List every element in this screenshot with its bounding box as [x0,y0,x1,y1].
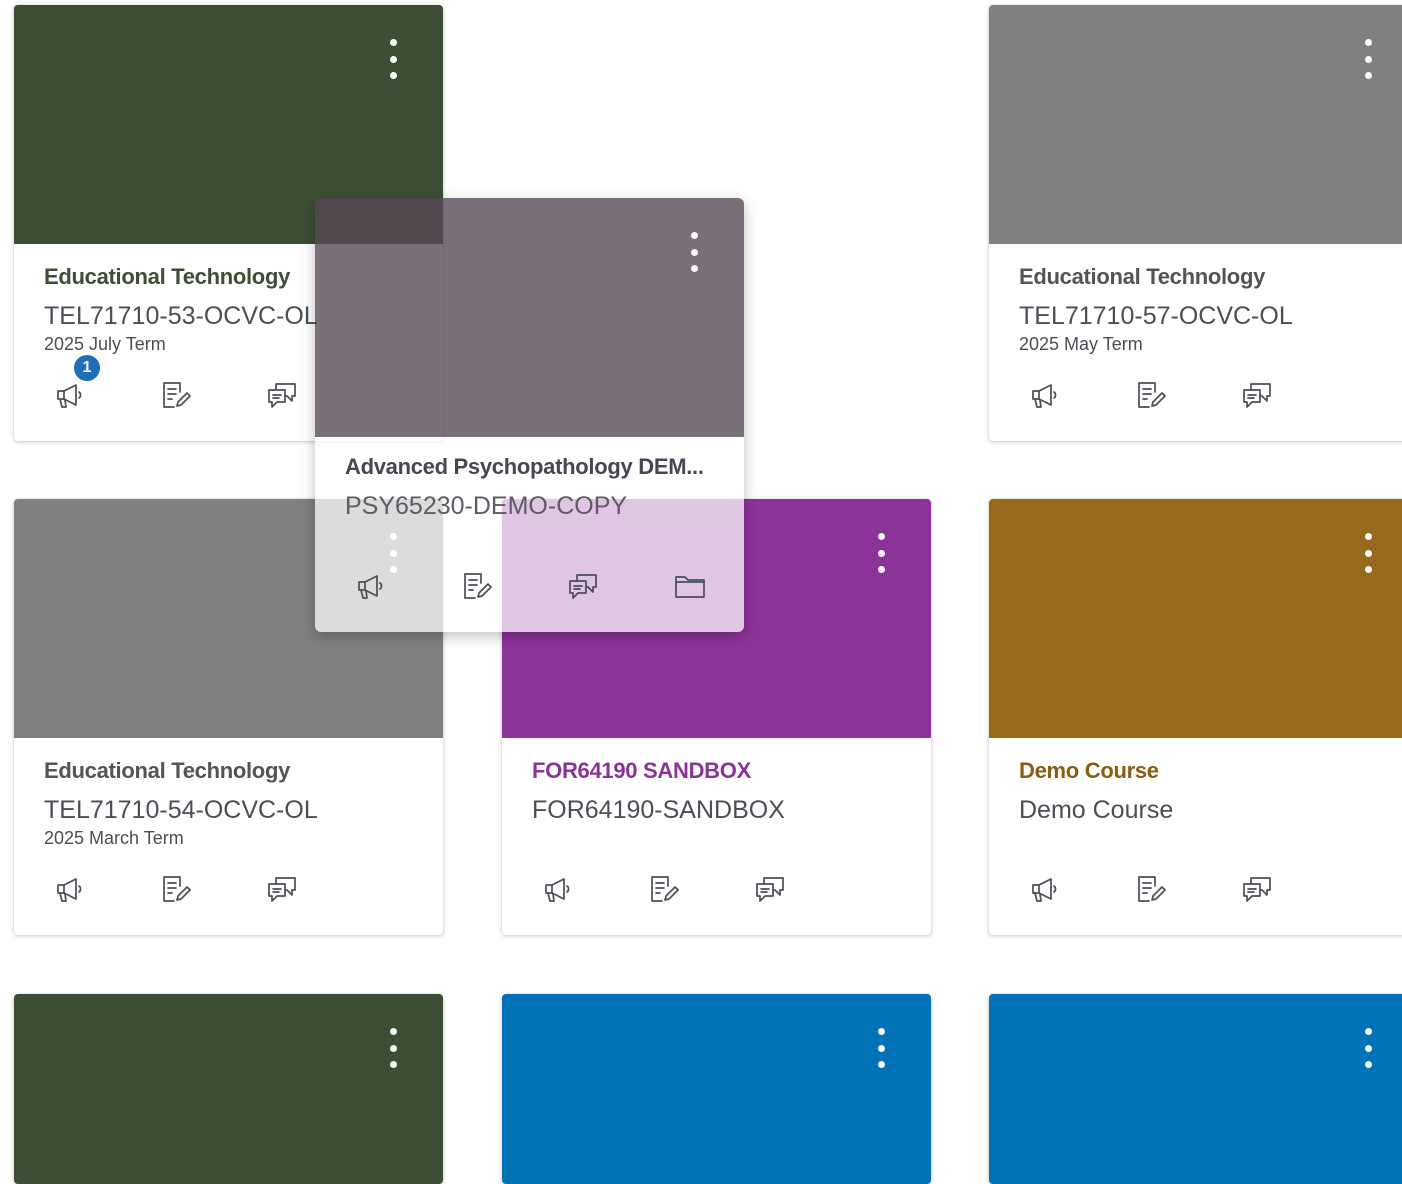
assignments-button[interactable] [1130,375,1170,415]
megaphone-icon [1032,384,1057,408]
card-options-icon[interactable] [1358,533,1378,573]
discussions-button[interactable] [262,869,302,909]
course-term: 2025 March Term [44,828,184,848]
course-card-header[interactable] [315,198,744,437]
course-card-demo-course[interactable]: Demo Course Demo Course [989,499,1402,935]
dragging-course-card-psy65230[interactable]: Advanced Psychopathology DEM... PSY65230… [315,198,744,632]
card-options-icon[interactable] [383,39,403,79]
assignment-edit-icon [1138,382,1166,408]
discussion-icon [1243,383,1271,408]
course-name[interactable]: Advanced Psychopathology DEM... [345,453,724,481]
course-code: TEL71710-54-OCVC-OL [44,796,318,824]
discussion-icon [1243,877,1271,902]
assignments-button[interactable] [155,375,195,415]
card-options-icon[interactable] [684,232,704,272]
assignments-button[interactable] [1130,869,1170,909]
course-card-header[interactable] [14,994,443,1184]
announcements-button[interactable] [50,869,90,909]
assignments-button[interactable] [643,869,683,909]
folder-icon [675,576,705,598]
discussions-button[interactable] [262,375,302,415]
course-code: FOR64190-SANDBOX [532,796,785,824]
megaphone-icon [358,575,383,599]
course-name[interactable]: FOR64190 SANDBOX [532,757,911,785]
discussion-icon [268,877,296,902]
discussion-icon [268,383,296,408]
card-options-icon[interactable] [1358,39,1378,79]
assignment-edit-icon [464,573,492,599]
course-card-header[interactable] [989,5,1402,244]
announcements-button[interactable] [1025,869,1065,909]
course-name[interactable]: Educational Technology [1019,263,1398,291]
files-button[interactable] [670,566,710,606]
discussions-button[interactable] [563,566,603,606]
megaphone-icon [545,878,570,902]
course-name[interactable]: Educational Technology [44,757,423,785]
course-term: 2025 May Term [1019,334,1143,354]
announcements-button[interactable] [351,566,391,606]
unread-badge: 1 [72,353,102,383]
assignment-edit-icon [1138,876,1166,902]
course-code: TEL71710-57-OCVC-OL [1019,302,1293,330]
course-card-header[interactable] [502,994,931,1184]
course-code: Demo Course [1019,796,1174,824]
announcements-button[interactable] [1025,375,1065,415]
assignments-button[interactable] [456,566,496,606]
card-options-icon[interactable] [1358,1028,1378,1068]
assignment-edit-icon [163,876,191,902]
card-options-icon[interactable] [383,1028,403,1068]
course-code: PSY65230-DEMO-COPY [345,492,628,520]
course-card-tel71710-57[interactable]: Educational Technology TEL71710-57-OCVC-… [989,5,1402,441]
card-options-icon[interactable] [871,533,891,573]
discussion-icon [569,574,597,599]
course-card[interactable] [14,994,443,1184]
assignment-edit-icon [163,382,191,408]
discussions-button[interactable] [750,869,790,909]
megaphone-icon [57,384,82,408]
discussions-button[interactable] [1237,375,1277,415]
course-name[interactable]: Demo Course [1019,757,1398,785]
megaphone-icon [57,878,82,902]
course-card[interactable] [989,994,1402,1184]
assignment-edit-icon [651,876,679,902]
course-card[interactable] [502,994,931,1184]
discussions-button[interactable] [1237,869,1277,909]
course-card-header[interactable] [989,994,1402,1184]
assignments-button[interactable] [155,869,195,909]
course-card-header[interactable] [989,499,1402,738]
card-options-icon[interactable] [871,1028,891,1068]
megaphone-icon [1032,878,1057,902]
announcements-button[interactable] [538,869,578,909]
discussion-icon [756,877,784,902]
